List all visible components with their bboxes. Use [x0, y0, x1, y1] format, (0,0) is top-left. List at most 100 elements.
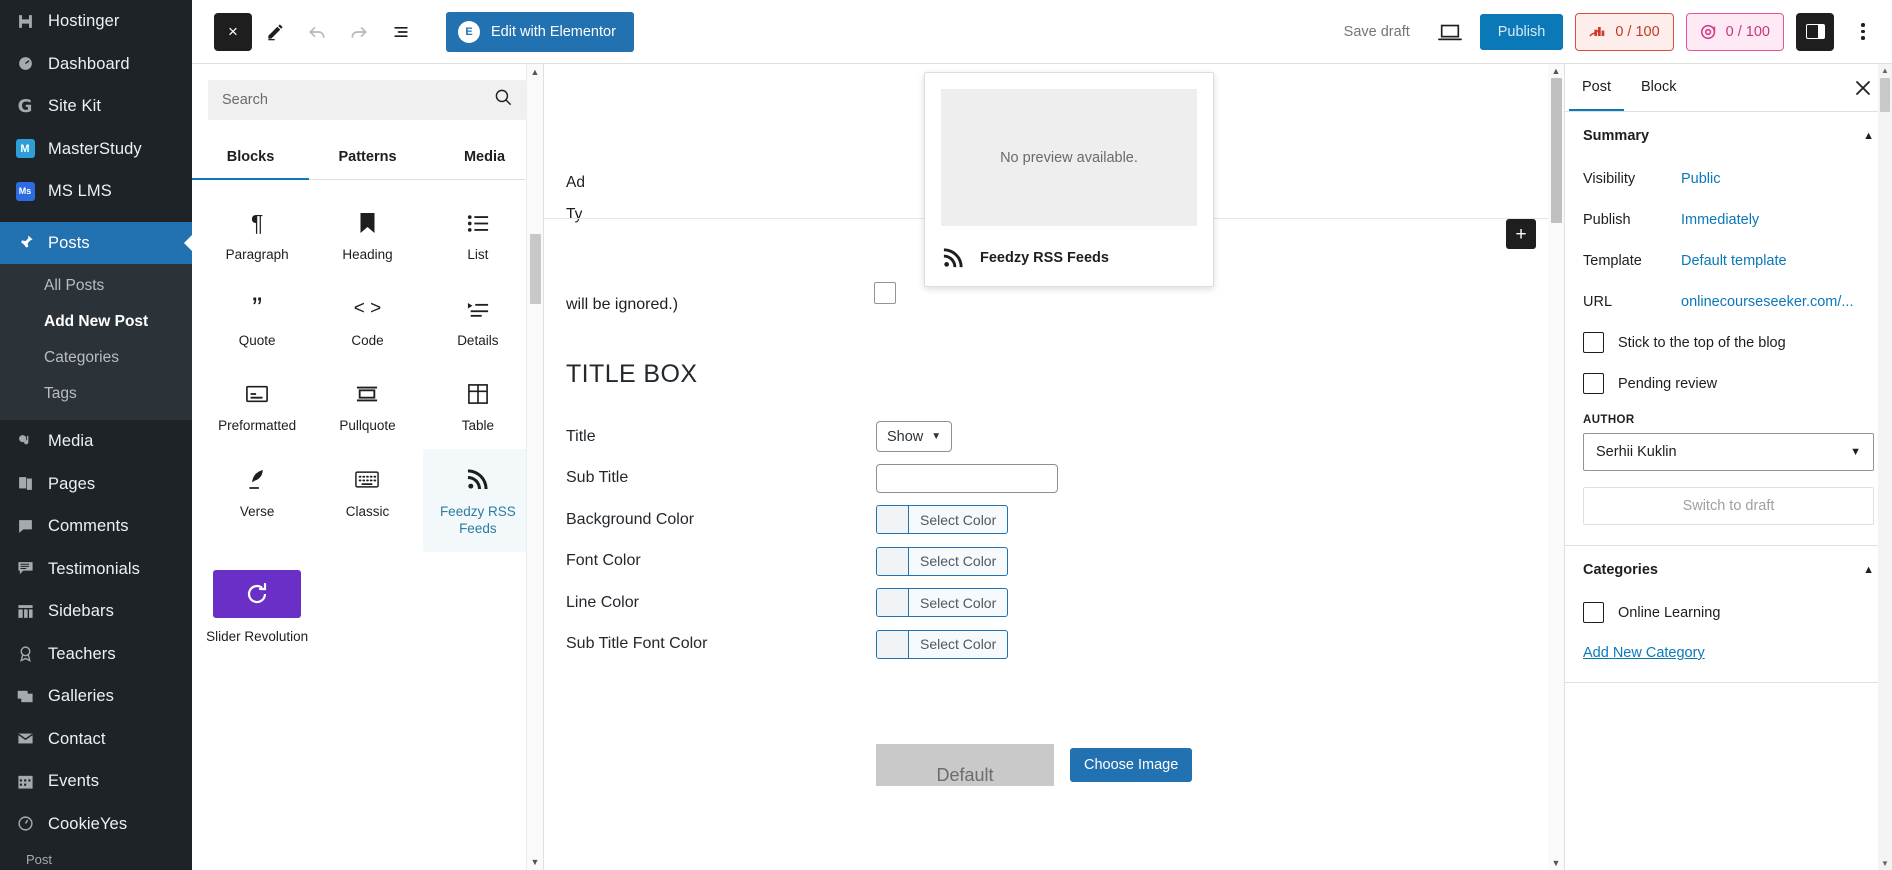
block-item-heading[interactable]: Heading — [312, 192, 422, 278]
title-show-select[interactable]: Show ▼ — [876, 421, 953, 453]
add-new-category-link[interactable]: Add New Category — [1583, 645, 1705, 661]
ignored-note-text: will be ignored.) — [566, 296, 679, 313]
close-editor-button[interactable]: × — [214, 12, 252, 51]
category-checkbox[interactable] — [1583, 602, 1604, 623]
sidebar-label: MS LMS — [48, 182, 112, 200]
more-options-icon[interactable] — [1846, 13, 1880, 51]
scroll-down-arrow-icon[interactable]: ▼ — [527, 857, 543, 867]
sidebar-item-cookieyes[interactable]: CookieYes — [0, 803, 192, 846]
sub-title-font-color-picker[interactable]: Select Color — [876, 629, 1009, 659]
pending-review-checkbox[interactable] — [1583, 373, 1604, 394]
sidebar-item-teachers[interactable]: Teachers — [0, 633, 192, 676]
tab-block[interactable]: Block — [1628, 65, 1689, 110]
sidebar-item-sidebars[interactable]: Sidebars — [0, 590, 192, 633]
add-block-button[interactable]: + — [1506, 219, 1536, 249]
sticky-post-checkbox[interactable] — [1583, 332, 1604, 353]
sidebar-item-masterstudy[interactable]: M MasterStudy — [0, 128, 192, 171]
line-color-picker[interactable]: Select Color — [876, 588, 1009, 618]
sidebar-item-pages[interactable]: Pages — [0, 463, 192, 506]
tab-blocks[interactable]: Blocks — [192, 136, 309, 180]
scrollbar-thumb[interactable] — [530, 234, 541, 304]
inserter-scrollbar[interactable]: ▲ ▼ — [526, 64, 543, 870]
seo-score-value: 0 / 100 — [1615, 23, 1660, 40]
field-control: Select Color — [876, 505, 1544, 535]
sticky-post-checkbox-row[interactable]: Stick to the top of the blog — [1583, 322, 1874, 363]
block-item-feedzy-rss-feeds[interactable]: Feedzy RSS Feeds — [422, 448, 533, 552]
background-color-picker[interactable]: Select Color — [876, 505, 1009, 535]
scroll-up-arrow-icon[interactable]: ▲ — [1878, 66, 1892, 75]
seo-score-badge[interactable]: 0 / 100 — [1575, 12, 1674, 51]
category-row-online-learning[interactable]: Online Learning — [1583, 592, 1874, 633]
submenu-item-all-posts[interactable]: All Posts — [0, 268, 192, 304]
tab-patterns[interactable]: Patterns — [309, 136, 426, 179]
pending-review-checkbox-row[interactable]: Pending review — [1583, 363, 1874, 404]
categories-header[interactable]: Categories ▲ — [1583, 562, 1874, 578]
sidebar-item-posts[interactable]: Posts — [0, 221, 192, 264]
font-color-picker[interactable]: Select Color — [876, 546, 1009, 576]
settings-scrollbar[interactable]: ▲ ▼ — [1878, 64, 1892, 870]
preview-device-icon[interactable] — [1432, 14, 1468, 50]
edit-with-elementor-button[interactable]: E Edit with Elementor — [446, 11, 634, 52]
canvas-scrollbar[interactable]: ▲ ▼ — [1548, 64, 1564, 870]
sidebar-item-dashboard[interactable]: Dashboard — [0, 43, 192, 86]
block-item-details[interactable]: Details — [423, 278, 533, 364]
rss-icon — [943, 248, 963, 268]
settings-sidebar-icon[interactable] — [1796, 12, 1834, 51]
publish-button[interactable]: Publish — [1479, 13, 1564, 50]
visibility-value-button[interactable]: Public — [1681, 171, 1721, 187]
scroll-up-arrow-icon[interactable]: ▲ — [527, 67, 543, 77]
switch-to-draft-button[interactable]: Switch to draft — [1583, 487, 1874, 525]
list-view-icon[interactable] — [382, 13, 420, 51]
scroll-down-arrow-icon[interactable]: ▼ — [1548, 858, 1564, 868]
undo-icon[interactable] — [298, 13, 336, 51]
scrollbar-thumb[interactable] — [1880, 78, 1890, 112]
template-value-button[interactable]: Default template — [1681, 253, 1787, 269]
content-ai-score-badge[interactable]: 0 / 100 — [1685, 12, 1784, 51]
sub-title-input[interactable] — [876, 463, 1058, 493]
sidebar-item-comments[interactable]: Comments — [0, 505, 192, 548]
block-item-list[interactable]: List — [423, 192, 533, 278]
submenu-item-tags[interactable]: Tags — [0, 376, 192, 412]
block-item-verse[interactable]: Verse — [202, 449, 312, 552]
publish-value-button[interactable]: Immediately — [1681, 212, 1759, 228]
field-label: Sub Title — [566, 469, 629, 487]
checkbox-label: Stick to the top of the blog — [1618, 334, 1786, 351]
block-item-quote[interactable]: ” Quote — [202, 278, 312, 364]
scrollbar-thumb[interactable] — [1551, 78, 1562, 223]
search-field-container[interactable] — [208, 80, 527, 120]
submenu-item-add-new-post[interactable]: Add New Post — [0, 304, 192, 340]
close-icon[interactable] — [1846, 71, 1880, 105]
choose-image-button[interactable]: Choose Image — [1070, 748, 1193, 782]
section-title: Categories — [1583, 562, 1658, 578]
sidebar-item-contact[interactable]: Contact — [0, 718, 192, 761]
sidebar-item-ms-lms[interactable]: Ms MS LMS — [0, 170, 192, 213]
submenu-item-categories[interactable]: Categories — [0, 340, 192, 376]
author-select[interactable]: Serhii Kuklin ▼ — [1583, 433, 1874, 471]
block-item-table[interactable]: Table — [423, 363, 533, 449]
block-item-slider-revolution[interactable]: Slider Revolution — [202, 552, 312, 660]
summary-header[interactable]: Summary ▲ — [1583, 128, 1874, 144]
sidebar-bottom-label: Post — [0, 848, 192, 870]
sidebar-item-media[interactable]: Media — [0, 420, 192, 463]
url-value-button[interactable]: onlinecourseseeker.com/... — [1681, 294, 1853, 310]
sidebar-item-galleries[interactable]: Galleries — [0, 675, 192, 718]
sidebar-item-events[interactable]: Events — [0, 760, 192, 803]
block-item-preformatted[interactable]: Preformatted — [202, 363, 312, 449]
search-input[interactable] — [222, 92, 494, 108]
redo-icon[interactable] — [340, 13, 378, 51]
block-item-pullquote[interactable]: Pullquote — [312, 363, 422, 449]
pencil-icon[interactable] — [256, 13, 294, 51]
block-item-classic[interactable]: Classic — [312, 449, 422, 552]
sidebar-label: Site Kit — [48, 97, 102, 115]
block-item-code[interactable]: < > Code — [312, 278, 422, 364]
scroll-up-arrow-icon[interactable]: ▲ — [1548, 66, 1564, 76]
sidebar-item-hostinger[interactable]: Hostinger — [0, 0, 192, 43]
block-inserter-panel: Blocks Patterns Media ¶ Paragraph Headin… — [192, 64, 544, 870]
block-item-paragraph[interactable]: ¶ Paragraph — [202, 192, 312, 278]
tab-post[interactable]: Post — [1569, 65, 1625, 111]
save-draft-button[interactable]: Save draft — [1334, 16, 1420, 48]
sidebar-item-testimonials[interactable]: Testimonials — [0, 548, 192, 591]
sidebar-item-site-kit[interactable]: G Site Kit — [0, 85, 192, 128]
scroll-down-arrow-icon[interactable]: ▼ — [1878, 859, 1892, 868]
meta-checkbox[interactable] — [874, 282, 896, 304]
